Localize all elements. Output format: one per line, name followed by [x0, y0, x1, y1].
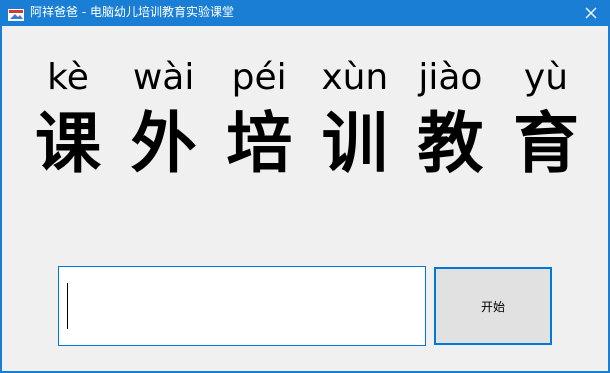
chinese-character: 训 — [321, 105, 388, 182]
main-window: 阿祥爸爸 - 电脑幼儿培训教育实验课堂 kè wài péi xùn jiào … — [0, 0, 610, 373]
character-row: 课 外 培 训 教 育 — [24, 104, 590, 184]
chinese-character: 培 — [226, 105, 293, 182]
window-title: 阿祥爸爸 - 电脑幼儿培训教育实验课堂 — [30, 5, 234, 19]
chinese-character: 课 — [35, 105, 101, 182]
title-bar[interactable]: 阿祥爸爸 - 电脑幼儿培训教育实验课堂 — [2, 0, 610, 26]
start-button[interactable]: 开始 — [434, 267, 552, 345]
pinyin-syllable: kè — [47, 57, 89, 98]
chinese-character: 教 — [417, 105, 484, 182]
pinyin-row: kè wài péi xùn jiào yù — [24, 54, 590, 102]
chinese-character: 外 — [130, 105, 197, 182]
close-button[interactable] — [576, 0, 606, 26]
pinyin-syllable: jiào — [418, 57, 483, 98]
chinese-character: 育 — [512, 105, 579, 182]
close-icon — [585, 7, 597, 19]
app-icon — [8, 6, 24, 21]
pinyin-syllable: yù — [523, 57, 569, 98]
pinyin-syllable: wài — [132, 57, 195, 98]
pinyin-syllable: xùn — [321, 57, 389, 98]
text-caret — [67, 283, 68, 329]
pinyin-syllable: péi — [231, 57, 287, 98]
answer-input[interactable] — [58, 266, 426, 346]
